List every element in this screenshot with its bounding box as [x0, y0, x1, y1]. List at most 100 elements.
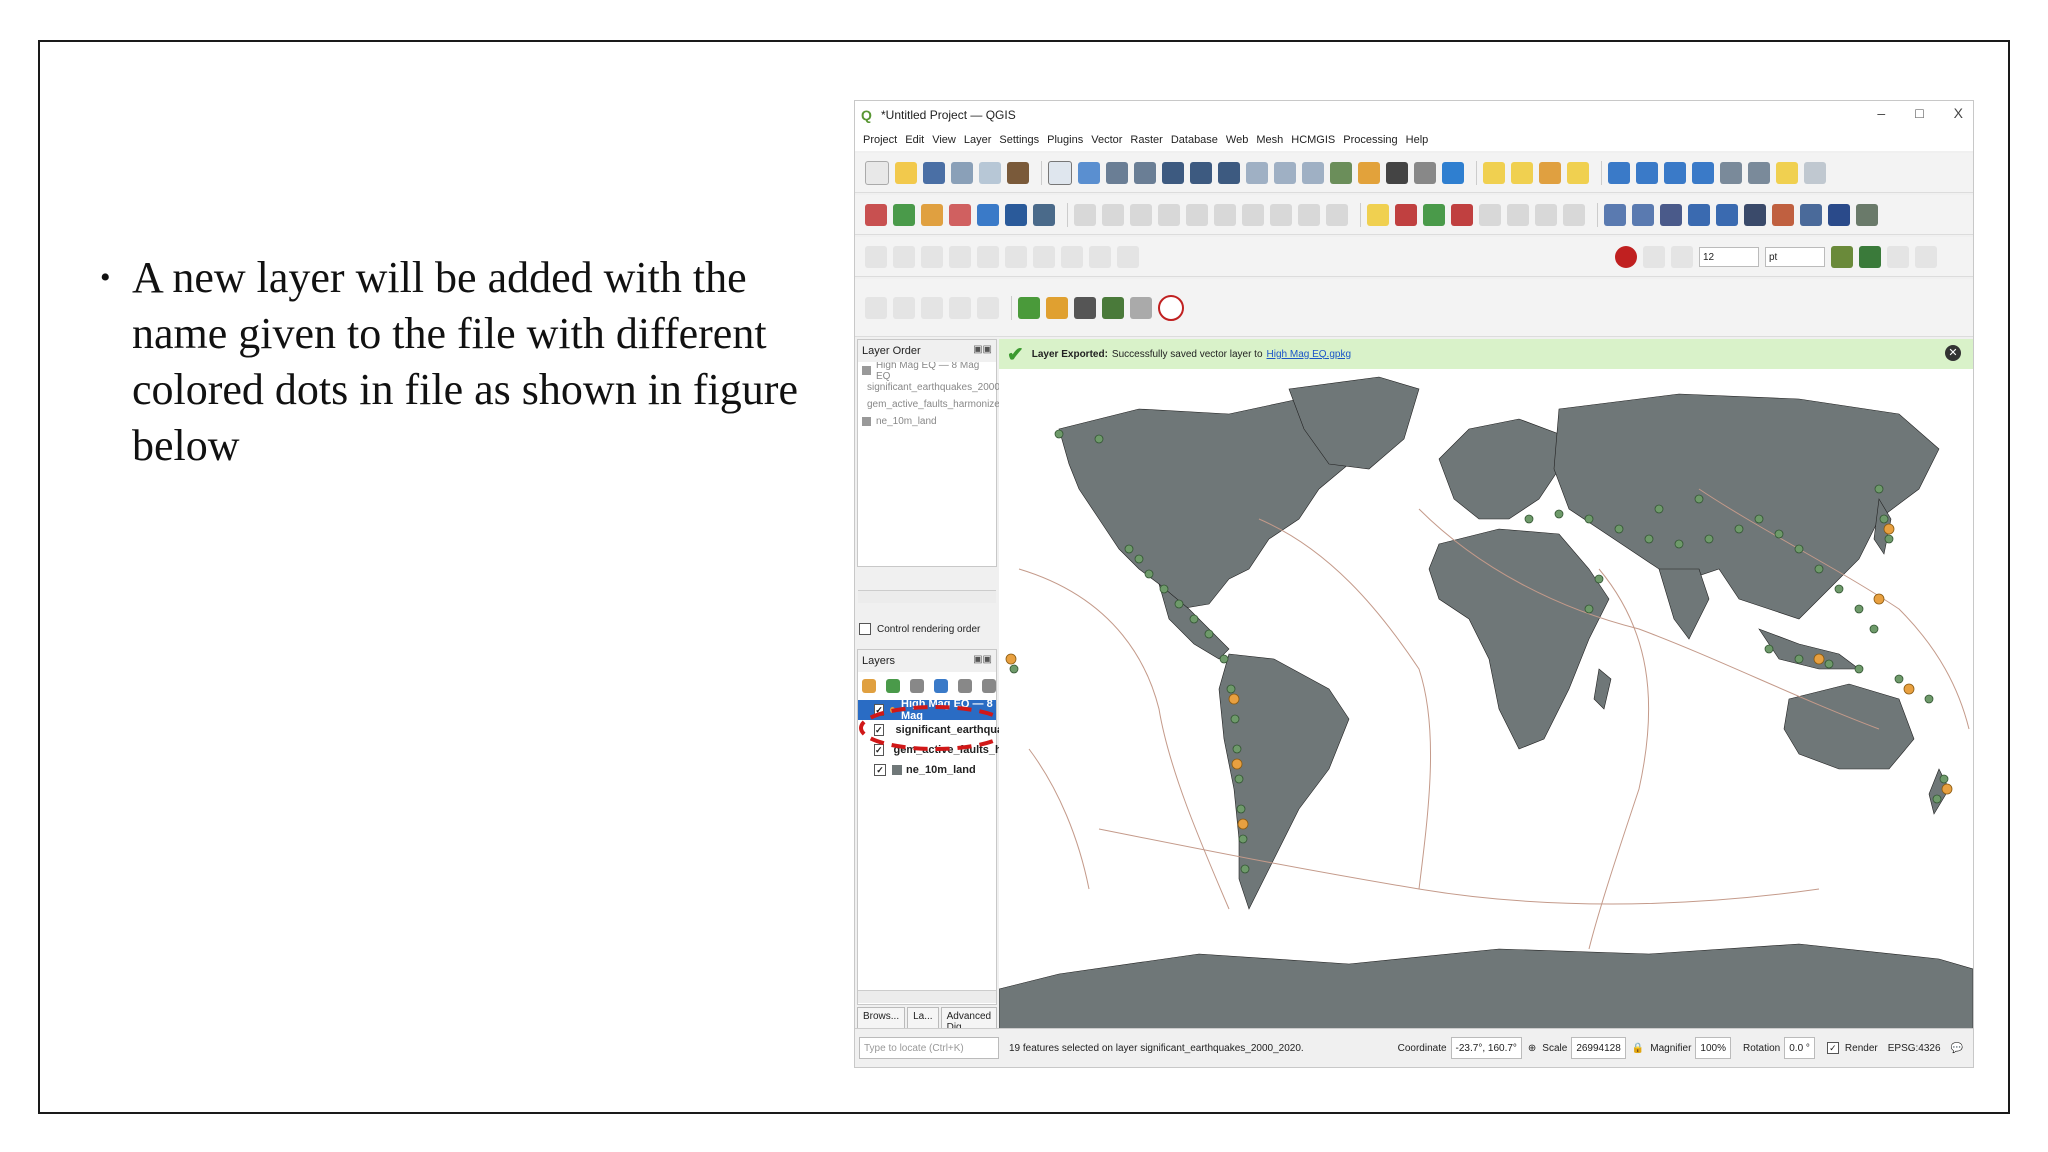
bookmark-icon[interactable]	[1386, 161, 1408, 184]
messages-icon[interactable]: 💬	[1951, 1043, 1963, 1054]
print-layout-icon[interactable]	[951, 161, 973, 184]
hcmgis-icon[interactable]	[1046, 296, 1068, 319]
undo-icon[interactable]	[1298, 203, 1320, 226]
snapping-icon[interactable]	[1615, 245, 1637, 268]
identify-features-icon[interactable]	[1483, 161, 1505, 184]
menu-web[interactable]: Web	[1226, 134, 1248, 146]
font-size-field[interactable]: 12	[1699, 246, 1759, 267]
tab-advanced-digitizing[interactable]: Advanced Dig...	[940, 1007, 998, 1033]
openlayers-icon[interactable]	[1130, 296, 1152, 319]
layer-order-item[interactable]: gem_active_faults_harmonized	[858, 396, 1005, 413]
zoom-to-selection-icon[interactable]	[1190, 161, 1212, 184]
add-wms-icon[interactable]	[1033, 203, 1055, 226]
quickmapservices-icon[interactable]	[1018, 296, 1040, 319]
zoom-full-icon[interactable]	[1162, 161, 1184, 184]
panel-float-close-icon[interactable]: ▣▣	[973, 344, 992, 355]
menu-view[interactable]: View	[932, 134, 956, 146]
copy-features-icon[interactable]	[1242, 203, 1264, 226]
refresh-icon[interactable]	[1442, 161, 1464, 184]
menu-raster[interactable]: Raster	[1130, 134, 1162, 146]
menu-database[interactable]: Database	[1171, 134, 1218, 146]
fill-ring-icon[interactable]	[1033, 245, 1055, 268]
processing-toolbox-icon[interactable]	[1664, 161, 1686, 184]
db-manager-icon[interactable]	[1632, 203, 1654, 226]
zoom-in-icon[interactable]	[1106, 161, 1128, 184]
zoom-last-icon[interactable]	[1274, 161, 1296, 184]
filter-legend-icon[interactable]	[934, 679, 948, 693]
redo-icon[interactable]	[1326, 203, 1348, 226]
split-features-icon[interactable]	[1831, 245, 1853, 268]
rectangle-digitize-icon[interactable]	[949, 296, 971, 319]
message-link[interactable]: High Mag EQ.gpkg	[1267, 349, 1352, 360]
show-hide-labels-icon[interactable]	[1479, 203, 1501, 226]
scale-field[interactable]: 26994128	[1571, 1037, 1626, 1059]
expand-all-icon[interactable]	[958, 679, 972, 693]
layer-order-item[interactable]: significant_earthquakes_2000_20	[858, 379, 1017, 396]
annotation-icon[interactable]	[1748, 161, 1770, 184]
magnifier-field[interactable]: 100%	[1695, 1037, 1731, 1059]
reverse-line-icon[interactable]	[1915, 245, 1937, 268]
field-calculator-icon[interactable]	[1636, 161, 1658, 184]
add-postgis-icon[interactable]	[977, 203, 999, 226]
delete-part-icon[interactable]	[1089, 245, 1111, 268]
menu-vector[interactable]: Vector	[1091, 134, 1122, 146]
new-project-icon[interactable]	[865, 160, 889, 185]
control-rendering-checkbox[interactable]	[859, 623, 871, 635]
rotation-field[interactable]: 0.0 °	[1784, 1037, 1815, 1059]
zoom-out-icon[interactable]	[1134, 161, 1156, 184]
mmqgis-icon[interactable]	[1102, 296, 1124, 319]
add-spatialite-icon[interactable]	[1005, 203, 1027, 226]
gps-icon[interactable]	[1856, 203, 1878, 226]
menu-edit[interactable]: Edit	[905, 134, 924, 146]
add-part-icon[interactable]	[1005, 245, 1027, 268]
new-map-view-icon[interactable]	[1330, 161, 1352, 184]
cut-features-icon[interactable]	[1214, 203, 1236, 226]
select-by-value-icon[interactable]	[1567, 161, 1589, 184]
toggle-editing-icon[interactable]	[1074, 203, 1096, 226]
zoom-next-icon[interactable]	[1302, 161, 1324, 184]
close-button[interactable]: X	[1954, 105, 1963, 121]
pin-labels-icon[interactable]	[1451, 203, 1473, 226]
temporal-controller-icon[interactable]	[1358, 161, 1380, 184]
attribute-table-icon[interactable]	[1608, 161, 1630, 184]
layer-order-item[interactable]: High Mag EQ — 8 Mag EQ	[858, 360, 996, 382]
add-group-icon[interactable]	[886, 679, 900, 693]
move-feature-icon[interactable]	[893, 245, 915, 268]
menu-help[interactable]: Help	[1406, 134, 1429, 146]
delete-ring-icon[interactable]	[1061, 245, 1083, 268]
network-icon[interactable]	[1716, 203, 1738, 226]
digitize-icon[interactable]	[1130, 203, 1152, 226]
close-icon[interactable]: ✕	[1945, 345, 1961, 361]
menu-hcmgis[interactable]: HCMGIS	[1291, 134, 1335, 146]
circle-digitize-icon[interactable]	[893, 296, 915, 319]
python-console-icon[interactable]	[1772, 203, 1794, 226]
add-vector-layer-icon[interactable]	[893, 203, 915, 226]
rotate-label-icon[interactable]	[1535, 203, 1557, 226]
open-layer-styling-icon[interactable]	[862, 679, 876, 693]
panel-float-close-icon[interactable]: ▣▣	[973, 654, 992, 665]
reshape-icon[interactable]	[1117, 245, 1139, 268]
measure-icon[interactable]	[1720, 161, 1742, 184]
manage-map-themes-icon[interactable]	[910, 679, 924, 693]
layer-visibility-checkbox[interactable]: ✓	[874, 764, 886, 776]
font-unit-select[interactable]: pt	[1765, 246, 1825, 267]
menu-mesh[interactable]: Mesh	[1256, 134, 1283, 146]
add-delimited-text-icon[interactable]	[949, 203, 971, 226]
report-icon[interactable]	[1828, 203, 1850, 226]
tab-browser[interactable]: Brows...	[857, 1007, 906, 1029]
pan-icon[interactable]	[1048, 160, 1072, 185]
add-raster-layer-icon[interactable]	[921, 203, 943, 226]
geocoder-icon[interactable]	[1688, 203, 1710, 226]
offset-curve-icon[interactable]	[1887, 245, 1909, 268]
tab-layers[interactable]: La...	[907, 1007, 939, 1029]
control-rendering-row[interactable]: Control rendering order	[859, 623, 980, 635]
coordinate-field[interactable]: -23.7°, 160.7°	[1450, 1037, 1522, 1059]
speedometer-icon[interactable]	[1158, 294, 1184, 321]
delete-selected-icon[interactable]	[1186, 203, 1208, 226]
enable-snapping-icon[interactable]	[1671, 245, 1693, 268]
open-project-icon[interactable]	[895, 161, 917, 184]
render-checkbox[interactable]: ✓	[1826, 1042, 1839, 1054]
georeferencer-icon[interactable]	[1074, 296, 1096, 319]
save-edits-icon[interactable]	[1102, 203, 1124, 226]
lock-icon[interactable]: 🔒	[1632, 1043, 1644, 1054]
